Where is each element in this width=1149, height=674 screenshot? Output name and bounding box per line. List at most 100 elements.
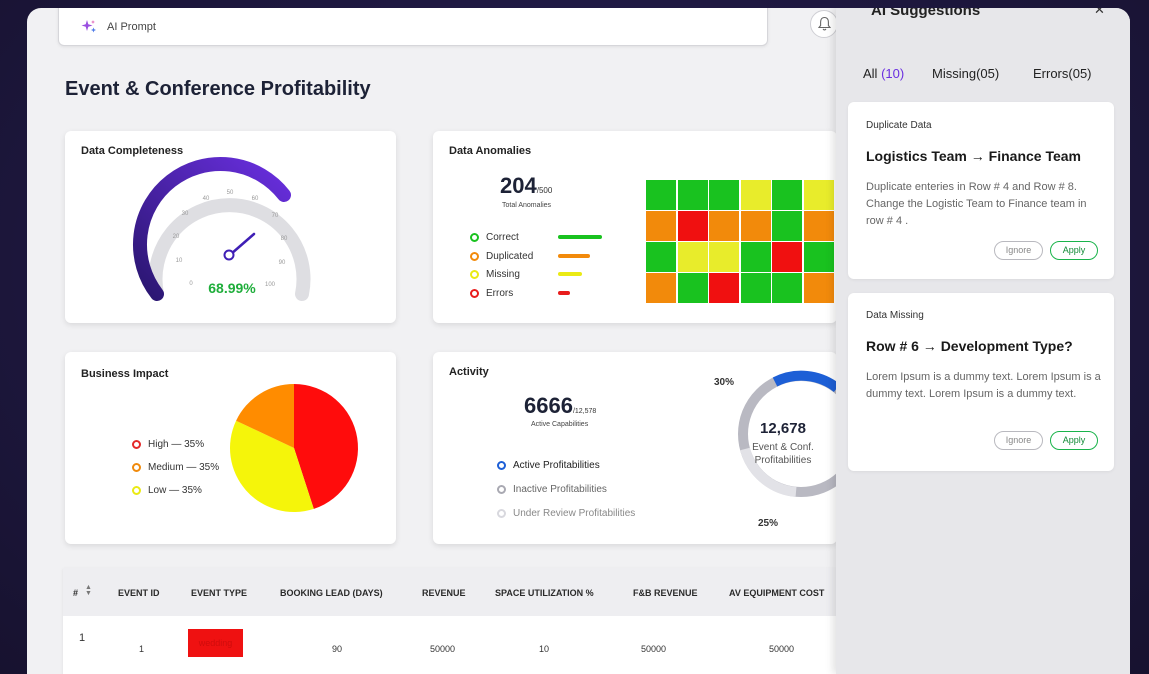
suggestion-from: Row # 6 [866, 338, 919, 354]
tab-all-label: All [863, 66, 878, 81]
anomalies-count-value: 204 [500, 173, 537, 198]
anomalies-heatmap [646, 180, 837, 304]
completeness-gauge: 0 10 20 30 40 50 60 70 80 90 100 68.99% [132, 156, 311, 301]
anomaly-legend-item: Correct [470, 232, 602, 243]
ai-prompt-bar[interactable]: AI Prompt [58, 8, 768, 46]
ignore-button[interactable]: Ignore [994, 241, 1043, 260]
legend-bar [558, 290, 570, 295]
heatmap-cell [709, 273, 739, 303]
donut-center-line1: Event & Conf. [752, 442, 814, 453]
heatmap-cell [772, 273, 802, 303]
tab-all-count: (10) [881, 66, 905, 81]
cell-booking-lead: 90 [332, 644, 343, 654]
gauge-tick-40: 40 [203, 196, 210, 202]
impact-legend-item: Medium — 35% [132, 462, 219, 473]
cell-space-utilization: 10 [539, 644, 550, 654]
activity-legend-item[interactable]: Under Review Profitabilities [497, 508, 635, 519]
heatmap-cell [772, 211, 802, 241]
column-header-fb-revenue[interactable]: F&B REVENUE [633, 588, 698, 598]
heatmap-cell [709, 242, 739, 272]
cell-index: 1 [79, 632, 86, 644]
heatmap-cell [646, 242, 676, 272]
suggestion-body: Lorem Ipsum is a dummy text. Lorem Ipsum… [866, 371, 1101, 400]
sort-icon[interactable]: ▲ ▼ [85, 584, 92, 597]
gauge-tick-80: 80 [281, 236, 288, 242]
heatmap-cell [677, 273, 708, 303]
ignore-button[interactable]: Ignore [994, 431, 1043, 450]
heatmap-cell [709, 180, 739, 210]
close-icon[interactable]: ✕ [1094, 8, 1105, 18]
legend-bar [558, 272, 582, 276]
legend-label: Low — 35% [148, 485, 202, 496]
legend-label: Errors [486, 287, 514, 299]
activity-legend-item[interactable]: Active Profitabilities [497, 460, 600, 471]
legend-label: Active Profitabilities [513, 460, 600, 471]
suggestion-to: Development Type? [940, 338, 1073, 354]
legend-label: Duplicated [486, 250, 534, 262]
heatmap-cell [740, 242, 771, 272]
suggestion-type: Duplicate Data [866, 120, 932, 131]
cell-event-id: 1 [139, 644, 145, 654]
donut-label-bottom: 25% [758, 518, 778, 529]
business-impact-card: Business Impact High — 35% Medium — 35% Lo… [65, 352, 396, 544]
heatmap-cell [646, 273, 676, 303]
tab-all[interactable]: All (10) [863, 66, 904, 81]
legend-marker-icon [132, 486, 141, 495]
heatmap-cell [803, 180, 834, 210]
gauge-tick-50: 50 [227, 190, 234, 196]
events-table: # ▲ ▼ EVENT ID EVENT TYPE BOOKING LEAD (D… [63, 568, 837, 674]
tab-errors[interactable]: Errors(05) [1033, 66, 1092, 81]
anomaly-legend-item: Duplicated [470, 250, 590, 262]
bell-icon [818, 16, 831, 31]
notification-button[interactable] [810, 10, 838, 38]
data-anomalies-card: Data Anomalies 204/500 Total Anomalies C… [433, 131, 837, 323]
column-header-revenue[interactable]: REVENUE [422, 588, 466, 598]
anomalies-count: 204/500 [500, 173, 552, 199]
legend-marker-icon [132, 440, 141, 449]
suggestion-from: Logistics Team [866, 148, 967, 164]
sparkle-icon [81, 20, 96, 33]
column-header-booking-lead[interactable]: BOOKING LEAD (DAYS) [280, 588, 383, 598]
legend-label: Medium — 35% [148, 462, 220, 473]
legend-marker-icon [132, 463, 141, 472]
column-header-event-id[interactable]: EVENT ID [118, 588, 160, 598]
legend-marker-icon [470, 270, 479, 279]
ai-suggestions-panel: AI Suggestions ✕ All (10) Missing(05) Er… [836, 8, 1130, 674]
gauge-tick-60: 60 [252, 196, 259, 202]
gauge-tick-0: 0 [189, 281, 193, 287]
donut-label-top: 30% [714, 377, 734, 388]
cell-revenue: 50000 [430, 644, 456, 654]
business-impact-pie-chart [230, 384, 358, 512]
activity-legend-item[interactable]: Inactive Profitabilities [497, 484, 607, 495]
column-header-space-utilization[interactable]: SPACE UTILIZATION % [495, 588, 594, 598]
gauge-tick-10: 10 [176, 258, 183, 264]
heatmap-cell [772, 242, 802, 272]
gauge-tick-30: 30 [182, 211, 189, 217]
table-header: # ▲ ▼ EVENT ID EVENT TYPE BOOKING LEAD (D… [63, 568, 837, 616]
donut-center-value: 12,678 [760, 420, 806, 437]
impact-legend-item: High — 35% [132, 439, 204, 450]
heatmap-cell [740, 180, 771, 210]
suggestion-to: Finance Team [988, 148, 1081, 164]
apply-button[interactable]: Apply [1050, 431, 1098, 450]
legend-marker-icon [497, 485, 506, 494]
anomalies-caption: Total Anomalies [502, 202, 552, 209]
heatmap-cell [677, 180, 708, 210]
heatmap-cell [803, 211, 834, 241]
tab-missing[interactable]: Missing(05) [932, 66, 999, 81]
legend-marker-icon [470, 288, 479, 298]
column-header-event-type[interactable]: EVENT TYPE [191, 588, 247, 598]
apply-button[interactable]: Apply [1050, 241, 1098, 260]
legend-bar [558, 235, 602, 239]
suggestion-type: Data Missing [866, 310, 924, 321]
suggestion-heading: Logistics Team → Finance Team [866, 148, 1081, 164]
gauge-tick-100: 100 [265, 282, 276, 288]
table-row[interactable]: 1 1 wedding 90 50000 10 50000 50000 [63, 616, 837, 664]
heatmap-cell [803, 242, 834, 272]
column-header-av-equipment-cost[interactable]: AV EQUIPMENT COST [729, 588, 824, 598]
column-header-index[interactable]: # [73, 588, 78, 598]
heatmap-cell [740, 211, 771, 241]
legend-label: Correct [486, 232, 519, 243]
heatmap-cell [709, 211, 739, 241]
donut-center-line2: Profitabilities [755, 455, 812, 466]
